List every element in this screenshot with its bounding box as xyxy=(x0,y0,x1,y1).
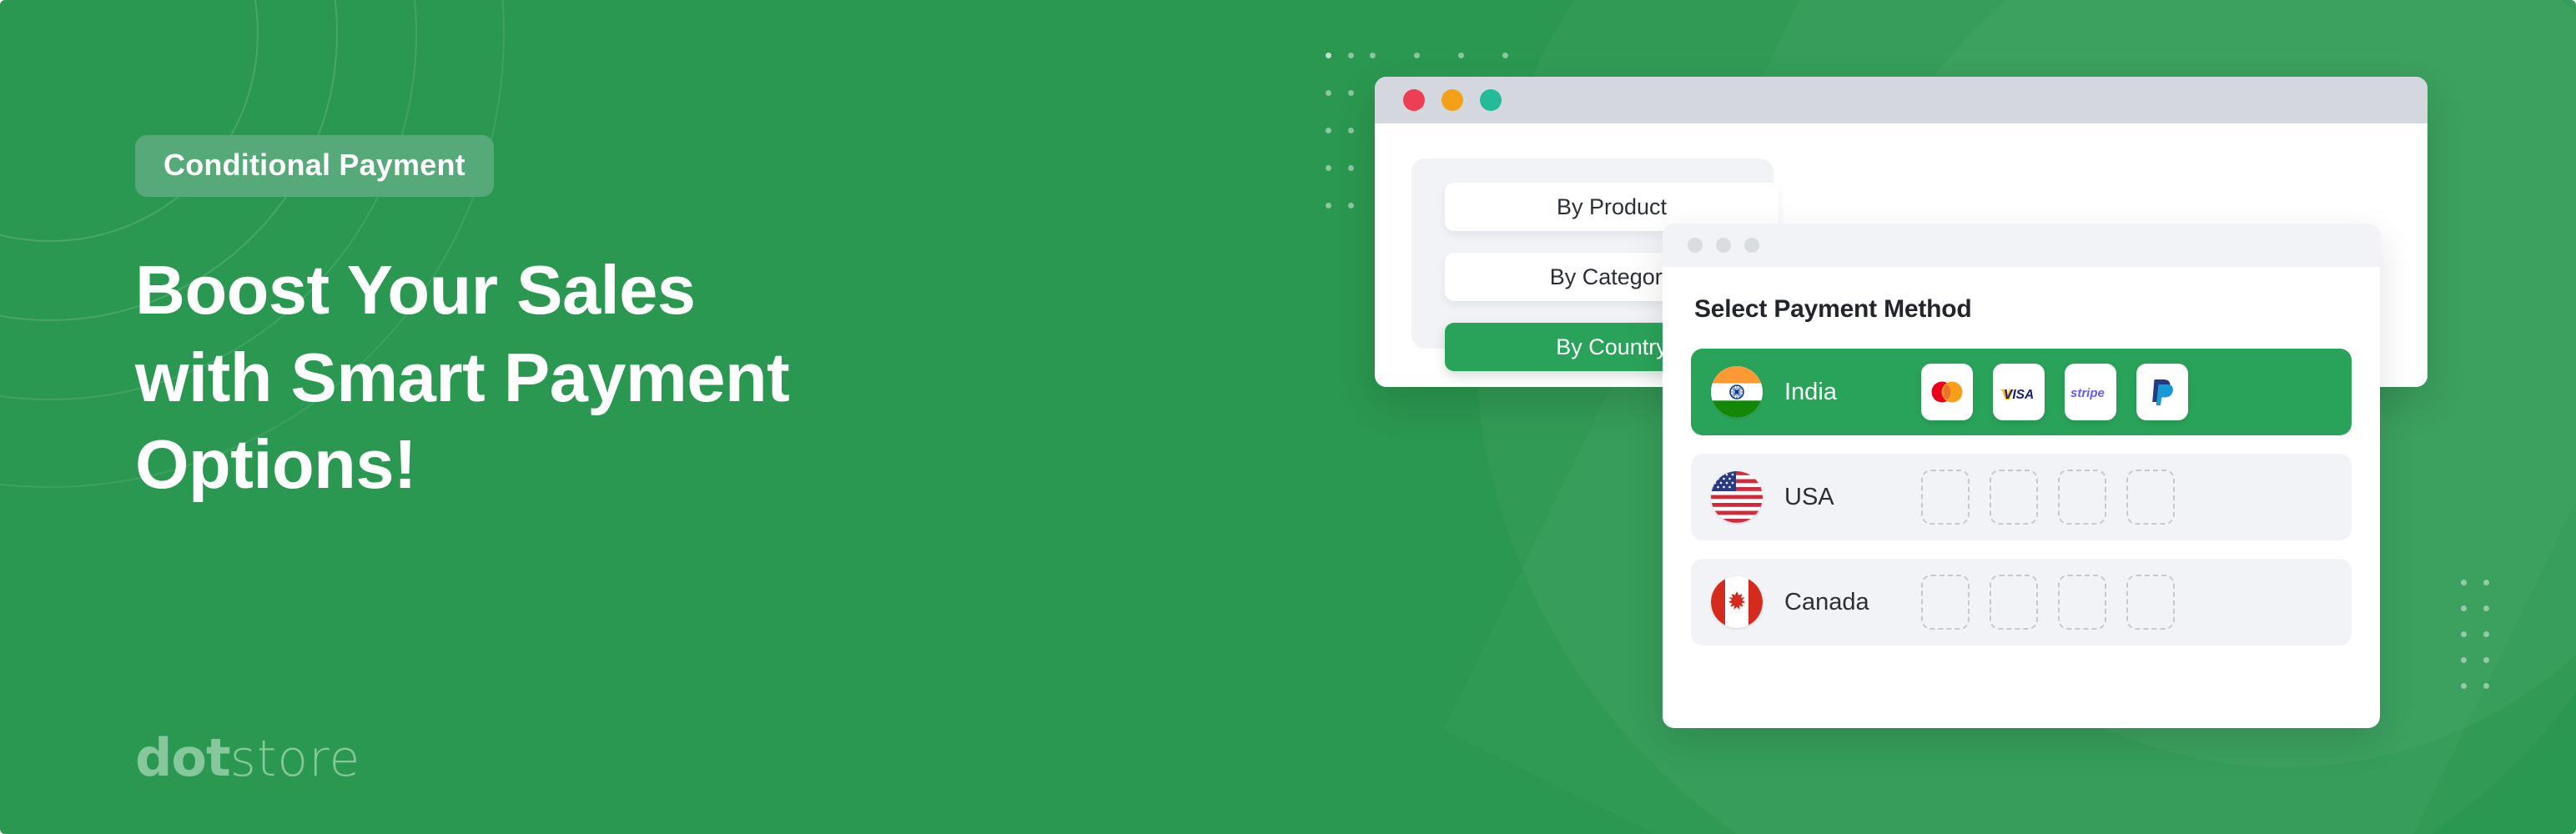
empty-payment-slot[interactable] xyxy=(2058,575,2106,630)
decorative-dot xyxy=(1348,128,1354,133)
country-name-usa: USA xyxy=(1784,483,1834,510)
decorative-dot xyxy=(2461,683,2467,689)
country-row-canada[interactable]: Canada xyxy=(1691,559,2352,646)
decorative-dot xyxy=(1348,203,1354,208)
decorative-dot xyxy=(2483,657,2489,663)
svg-text:VISA: VISA xyxy=(2004,388,2034,402)
mastercard-logo-tile[interactable] xyxy=(1921,364,1973,420)
decorative-dot xyxy=(2461,605,2467,611)
payment-method-popup: Select Payment Method India VISA stripe … xyxy=(1663,224,2380,728)
decorative-dot xyxy=(1326,53,1331,58)
decorative-dot xyxy=(1414,53,1420,58)
flag-india-icon xyxy=(1711,366,1763,418)
dotstore-logo: dot store xyxy=(135,727,360,788)
maximize-window-icon[interactable] xyxy=(1480,89,1502,111)
country-name-canada: Canada xyxy=(1784,588,1869,615)
headline-line-1: Boost Your Sales xyxy=(135,251,696,329)
dot-grid-left xyxy=(1326,53,1371,240)
decorative-dot xyxy=(2483,683,2489,689)
payment-tiles-india: VISA stripe xyxy=(1921,353,2188,420)
decorative-dot xyxy=(2483,605,2489,611)
popup-dot-2 xyxy=(1716,238,1731,253)
empty-payment-slot[interactable] xyxy=(1990,575,2038,630)
decorative-dot xyxy=(2483,631,2489,637)
minimize-window-icon[interactable] xyxy=(1441,89,1463,111)
country-row-usa[interactable]: USA xyxy=(1691,454,2352,540)
decorative-dot xyxy=(2461,657,2467,663)
empty-payment-slot[interactable] xyxy=(1921,575,1970,630)
country-row-india[interactable]: India VISA stripe xyxy=(1691,349,2352,435)
decorative-dot xyxy=(1370,53,1376,58)
decorative-dot xyxy=(2461,631,2467,637)
decorative-dot xyxy=(1502,53,1508,58)
browser-titlebar xyxy=(1375,77,2428,123)
empty-payment-slot[interactable] xyxy=(1990,470,2038,525)
visa-logo-tile[interactable]: VISA xyxy=(1993,364,2045,420)
logo-text-store: store xyxy=(229,730,361,788)
flag-canada-icon xyxy=(1711,576,1763,628)
decorative-dot xyxy=(1348,165,1354,171)
category-badge: Conditional Payment xyxy=(135,135,494,197)
logo-text-dot: dot xyxy=(135,727,231,788)
headline-line-3: Options! xyxy=(135,425,417,504)
decorative-dot xyxy=(1348,90,1354,96)
popup-dot-1 xyxy=(1688,238,1703,253)
visa-icon: VISA xyxy=(1999,382,2039,402)
popup-dot-3 xyxy=(1744,238,1759,253)
country-name-india: India xyxy=(1784,378,1837,405)
payment-tiles-usa xyxy=(1921,470,2175,525)
paypal-logo-tile[interactable] xyxy=(2126,353,2188,420)
dot-grid-right xyxy=(2461,580,2506,709)
stripe-logo-tile[interactable]: stripe xyxy=(2065,364,2116,420)
headline-line-2: with Smart Payment xyxy=(135,338,790,416)
close-window-icon[interactable] xyxy=(1403,89,1425,111)
decorative-dot xyxy=(1326,53,1331,58)
paypal-icon xyxy=(2148,376,2176,408)
promo-banner: Conditional Payment Boost Your Sales wit… xyxy=(0,0,2576,834)
stripe-icon: stripe xyxy=(2070,384,2111,400)
popup-heading: Select Payment Method xyxy=(1694,295,1972,323)
decorative-dot xyxy=(1326,90,1331,96)
decorative-dot xyxy=(1458,53,1464,58)
empty-payment-slot[interactable] xyxy=(2058,470,2106,525)
country-rows: India VISA stripe USA Canada xyxy=(1691,349,2352,646)
svg-text:stripe: stripe xyxy=(2070,386,2105,400)
empty-payment-slot[interactable] xyxy=(2126,575,2175,630)
decorative-dot xyxy=(1326,165,1331,171)
decorative-dot xyxy=(2461,580,2467,585)
empty-payment-slot[interactable] xyxy=(1921,470,1970,525)
hero-copy: Conditional Payment Boost Your Sales wit… xyxy=(135,0,1236,834)
popup-titlebar xyxy=(1663,224,2380,267)
decorative-dot xyxy=(1326,203,1331,208)
flag-usa-icon xyxy=(1711,471,1763,523)
payment-tiles-canada xyxy=(1921,575,2175,630)
decorative-dot xyxy=(1326,128,1331,133)
page-title: Boost Your Sales with Smart Payment Opti… xyxy=(135,247,1220,509)
empty-payment-slot[interactable] xyxy=(2126,470,2175,525)
mastercard-icon xyxy=(1929,380,1965,404)
decorative-dot xyxy=(2483,580,2489,585)
decorative-dot xyxy=(1348,53,1354,58)
